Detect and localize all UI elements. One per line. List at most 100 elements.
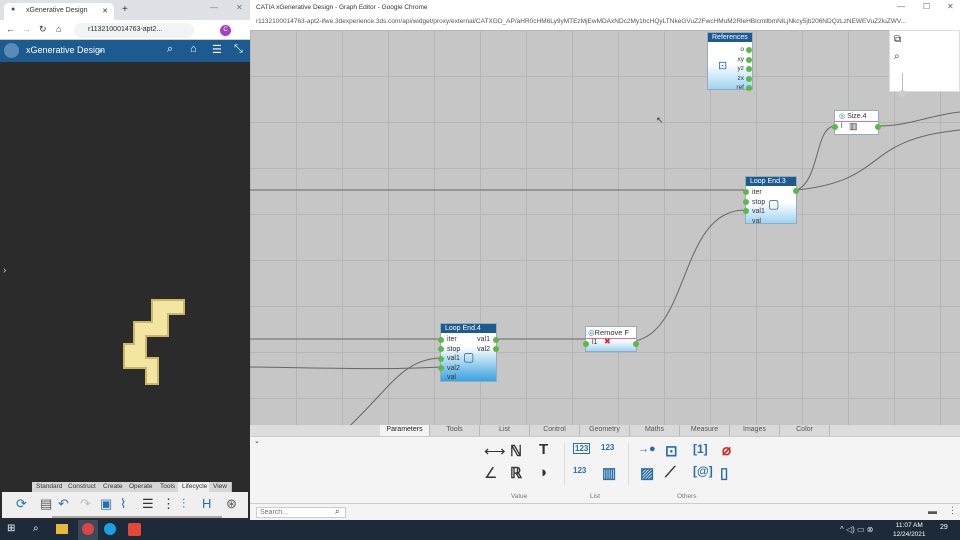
new-tab-button[interactable]: + bbox=[122, 4, 128, 15]
palette-tab-parameters[interactable]: Parameters bbox=[380, 425, 430, 436]
input-port[interactable] bbox=[438, 365, 444, 371]
search-input[interactable] bbox=[256, 507, 346, 518]
left-url-field[interactable]: r1132100014763-apt2... bbox=[74, 23, 194, 38]
string-icon[interactable]: T bbox=[539, 441, 548, 458]
close-tab-icon[interactable]: ✕ bbox=[102, 7, 108, 15]
node-remove[interactable]: ◎Remove F l1 ✖ bbox=[583, 326, 639, 352]
collapse-chevron-icon[interactable]: ⌄ bbox=[254, 437, 260, 445]
map-icon[interactable]: ⧉ bbox=[894, 34, 901, 45]
menu-icon[interactable]: ☰ bbox=[212, 43, 222, 56]
output-port[interactable] bbox=[746, 76, 752, 82]
browser-tab[interactable]: xGenerative Design ✕ ● bbox=[4, 3, 114, 20]
node-loop-end-4[interactable]: Loop End.4 iter stop val1 val2 val val1 … bbox=[438, 323, 499, 382]
collapse-icon[interactable]: ⤡ bbox=[234, 43, 243, 56]
home-icon[interactable]: ⌂ bbox=[56, 24, 61, 34]
close-window-icon[interactable]: ✕ bbox=[947, 2, 954, 11]
object-icon[interactable]: [@] bbox=[693, 464, 713, 478]
output-port[interactable] bbox=[493, 337, 499, 343]
output-port[interactable] bbox=[746, 47, 752, 53]
catia-icon[interactable] bbox=[128, 523, 141, 536]
search-icon[interactable]: ⌕ bbox=[33, 523, 39, 534]
input-icon[interactable]: →● bbox=[638, 443, 656, 455]
compass-icon[interactable] bbox=[4, 43, 19, 58]
close-window-icon[interactable]: ✕ bbox=[236, 3, 243, 12]
real-icon[interactable]: ℝ bbox=[510, 464, 522, 482]
list-series-icon[interactable]: 123 bbox=[573, 466, 586, 475]
clock[interactable]: 11:07 AM 12/24/2021 bbox=[893, 521, 926, 539]
update-icon[interactable]: ⟳ bbox=[16, 496, 27, 512]
output-port[interactable] bbox=[633, 341, 639, 347]
image-icon[interactable]: ▨ bbox=[640, 464, 654, 482]
profile-avatar[interactable]: C bbox=[220, 25, 231, 36]
toolbar-scrollbar[interactable] bbox=[52, 516, 222, 518]
app-title[interactable]: xGenerative Design bbox=[26, 45, 105, 55]
integer-icon[interactable]: ℕ bbox=[510, 442, 522, 460]
chrome-taskbar-button[interactable] bbox=[78, 520, 98, 540]
palette-tab-tools[interactable]: Tools bbox=[430, 425, 480, 436]
output-port[interactable] bbox=[493, 346, 499, 352]
vector-icon[interactable]: ⟋ bbox=[665, 464, 676, 481]
null-icon[interactable]: ⌀ bbox=[722, 441, 731, 459]
node-size[interactable]: ◎ Size.4 l ▥ bbox=[832, 110, 881, 135]
search-icon[interactable]: ⌕ bbox=[167, 43, 173, 56]
minimize-icon[interactable]: — bbox=[210, 3, 218, 12]
output-port[interactable] bbox=[746, 57, 752, 63]
zoom-slider-handle[interactable] bbox=[899, 90, 906, 97]
insert-node-icon[interactable]: ⫶ bbox=[182, 496, 185, 512]
node-references[interactable]: References ⊡ o xy yz zx ref bbox=[707, 32, 753, 91]
input-port[interactable] bbox=[583, 341, 589, 347]
angle-icon[interactable]: ∠ bbox=[484, 464, 497, 482]
file-explorer-icon[interactable] bbox=[56, 524, 68, 534]
palette-tab-list[interactable]: List bbox=[480, 425, 530, 436]
forward-icon[interactable]: → bbox=[22, 24, 31, 34]
view-icon[interactable]: ⊛ bbox=[226, 496, 237, 512]
toolbar-tab[interactable]: Standard bbox=[32, 482, 68, 492]
toolbar-tab[interactable]: Create bbox=[99, 482, 128, 492]
input-port[interactable] bbox=[743, 199, 749, 205]
chevron-down-icon[interactable]: ⌄ bbox=[97, 44, 105, 55]
minimize-icon[interactable]: — bbox=[897, 2, 905, 11]
tag-icon[interactable]: ⌂ bbox=[190, 43, 197, 55]
connect-icon[interactable]: H bbox=[202, 496, 211, 511]
properties-icon[interactable]: ▤ bbox=[40, 496, 52, 512]
expand-arrow-icon[interactable]: › bbox=[3, 265, 6, 276]
output-port[interactable] bbox=[793, 188, 799, 194]
output-port[interactable] bbox=[746, 85, 752, 91]
windows-start-icon[interactable]: ⊞ bbox=[7, 523, 15, 534]
text-list-icon[interactable]: ▥ bbox=[602, 464, 616, 482]
toolbar-tab[interactable]: View bbox=[209, 482, 232, 492]
toolbar-tab-active[interactable]: Lifecycle bbox=[178, 482, 213, 492]
search-icon[interactable]: ⌕ bbox=[335, 507, 339, 517]
palette-tab-geometry[interactable]: Geometry bbox=[580, 425, 630, 436]
input-port[interactable] bbox=[438, 356, 444, 362]
palette-tab-measure[interactable]: Measure bbox=[680, 425, 730, 436]
output-port[interactable] bbox=[746, 66, 752, 72]
input-port[interactable] bbox=[438, 346, 444, 352]
list-icon[interactable]: 123 bbox=[573, 443, 591, 454]
list-range-icon[interactable]: 123 bbox=[601, 443, 614, 452]
url-field[interactable]: r1132100014763-apt2-ifwe.3dexperience.3d… bbox=[256, 18, 956, 25]
skype-icon[interactable] bbox=[104, 523, 116, 535]
tree-icon[interactable]: ⋮ bbox=[162, 496, 175, 512]
references-icon[interactable]: ⊡ bbox=[665, 442, 678, 460]
index-icon[interactable]: [1] bbox=[693, 442, 708, 456]
output-port[interactable] bbox=[875, 124, 881, 130]
more-icon[interactable]: ⋮ bbox=[948, 505, 957, 516]
undo-icon[interactable]: ↶ bbox=[58, 496, 69, 512]
input-port[interactable] bbox=[743, 208, 749, 214]
toolbar-tab[interactable]: Construct bbox=[64, 482, 101, 492]
visibility-icon[interactable]: ◎ bbox=[839, 113, 847, 120]
toolbar-tab[interactable]: Tools bbox=[156, 482, 181, 492]
zoom-icon[interactable]: ⌕ bbox=[894, 51, 900, 62]
redo-icon[interactable]: ↷ bbox=[80, 496, 91, 512]
node-loop-end-3[interactable]: Loop End.3 iter stop val1 val ▢ bbox=[743, 176, 799, 225]
graph-canvas[interactable]: References ⊡ o xy yz zx ref ◎ Size.4 l ▥… bbox=[250, 30, 960, 425]
back-icon[interactable]: ← bbox=[6, 24, 15, 34]
system-tray-icons[interactable]: ^ ◁) ▭ ⊗ bbox=[840, 525, 874, 534]
input-port[interactable] bbox=[743, 189, 749, 195]
palette-tab-images[interactable]: Images bbox=[730, 425, 780, 436]
palette-tab-control[interactable]: Control bbox=[530, 425, 580, 436]
vector-list-icon[interactable]: ▯ bbox=[720, 464, 728, 482]
graph-editor-icon[interactable]: ▣ bbox=[100, 496, 112, 512]
input-port[interactable] bbox=[438, 337, 444, 343]
